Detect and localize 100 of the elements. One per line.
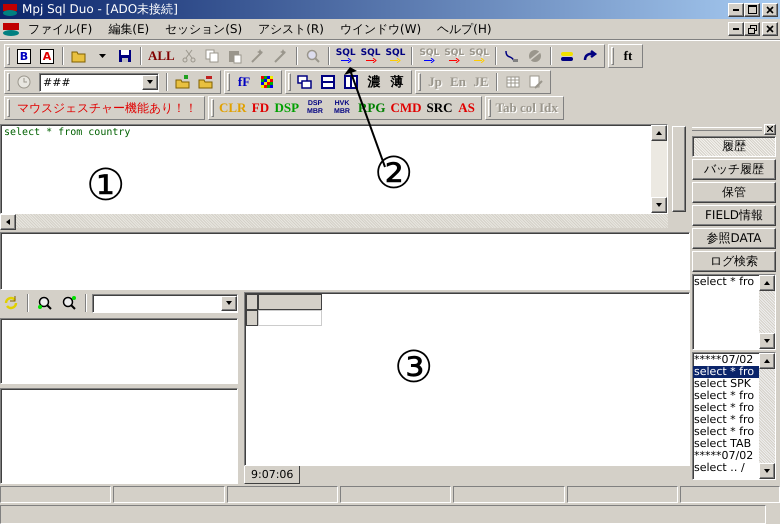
maximize-icon xyxy=(748,5,756,14)
panel-button[interactable]: バッチ履歴 xyxy=(692,159,776,180)
grid-header-cell xyxy=(246,294,258,310)
menu-item[interactable]: ウインドウ(W) xyxy=(332,20,430,38)
menu-item[interactable]: セッション(S) xyxy=(157,20,250,38)
app-icon xyxy=(2,2,18,16)
magnifier-icon xyxy=(37,295,53,311)
panel-button[interactable]: 参照DATA xyxy=(692,228,776,249)
grid-header-cell xyxy=(246,310,258,326)
maximize-button[interactable] xyxy=(744,2,760,16)
vertical-scrollbar[interactable] xyxy=(651,125,667,213)
panel-button[interactable]: 履歴 xyxy=(692,136,776,157)
scroll-down-button[interactable] xyxy=(759,333,775,349)
edit-icon xyxy=(528,74,544,90)
close-button[interactable] xyxy=(762,22,778,36)
object-combo-box[interactable] xyxy=(92,294,238,312)
annotation-number: ② xyxy=(374,152,414,196)
toolbar-button[interactable]: 薄 xyxy=(386,71,408,93)
restore-icon xyxy=(748,24,756,34)
cascade-windows-icon xyxy=(297,74,313,90)
mouse-gesture-notice: マウスジェスチャー機能あり！！ xyxy=(16,100,198,116)
minimize-icon xyxy=(733,28,739,30)
history-item[interactable]: select * fro xyxy=(693,366,759,378)
history-item[interactable]: select TAB xyxy=(693,438,759,450)
history-item[interactable]: select SPK xyxy=(693,378,759,390)
history-item[interactable]: *****07/02 xyxy=(693,354,759,366)
close-button[interactable] xyxy=(762,2,778,16)
table-icon xyxy=(505,74,521,90)
arrow-icon xyxy=(655,201,663,209)
arrow-icon xyxy=(763,467,771,475)
clock-icon xyxy=(16,74,32,90)
annotation-number: ③ xyxy=(394,346,434,390)
grid-cell xyxy=(258,310,322,326)
toolbar-button[interactable]: SQL xyxy=(383,45,408,67)
toolbar-button[interactable]: A xyxy=(36,45,58,67)
toolbar-button[interactable]: SRC xyxy=(424,97,455,119)
toolbar-button[interactable]: ft xyxy=(616,45,639,67)
menu-item[interactable]: 編集(E) xyxy=(100,20,158,38)
query-preview[interactable]: select * fro xyxy=(692,274,776,350)
result-tab[interactable]: 9:07:06 xyxy=(244,466,300,484)
annotation-number: ① xyxy=(86,164,126,208)
search-icon xyxy=(304,48,321,64)
arrow-icon xyxy=(146,78,154,86)
restore-button[interactable] xyxy=(744,22,760,36)
copy-icon xyxy=(204,48,220,64)
close-button[interactable] xyxy=(764,124,776,134)
toolbar-button[interactable]: SQL xyxy=(358,45,382,67)
close-icon xyxy=(766,6,774,14)
folder-icon xyxy=(198,74,214,90)
dropdown-button[interactable] xyxy=(142,74,158,90)
menu-item[interactable]: ヘルプ(H) xyxy=(429,20,500,38)
minimize-button[interactable] xyxy=(728,2,744,16)
scroll-up-button[interactable] xyxy=(651,125,667,141)
globe-icon xyxy=(526,48,543,64)
grid-header-cell xyxy=(258,294,322,310)
color-grid-icon xyxy=(259,74,275,90)
menu-item[interactable]: アシスト(R) xyxy=(250,20,332,38)
toolbar-button[interactable]: B xyxy=(13,45,35,67)
history-combo-box[interactable]: ### xyxy=(39,72,159,92)
history-item[interactable]: select * fro xyxy=(693,390,759,402)
panel-button[interactable]: FIELD情報 xyxy=(692,205,776,226)
history-item[interactable]: *****07/02 xyxy=(693,450,759,462)
scroll-left-button[interactable] xyxy=(0,214,16,230)
cable-icon xyxy=(504,48,520,64)
vertical-scrollbar[interactable] xyxy=(759,353,775,479)
history-item[interactable]: select ‥ / xyxy=(693,462,759,474)
folder-plus-icon xyxy=(175,74,191,90)
close-icon xyxy=(766,25,774,33)
toolbar-button[interactable]: ALL xyxy=(146,45,177,67)
scroll-down-button[interactable] xyxy=(759,463,775,479)
history-item[interactable]: select * fro xyxy=(693,402,759,414)
toolbar-button[interactable]: 濃 xyxy=(363,71,385,93)
history-item[interactable]: select * fro xyxy=(693,426,759,438)
minimize-button[interactable] xyxy=(728,22,744,36)
panel-button[interactable]: ログ検索 xyxy=(692,251,776,272)
sql-text: select * from country xyxy=(3,126,132,140)
toolbar-button[interactable]: SQL xyxy=(334,45,358,67)
menu-item[interactable]: ファイル(F) xyxy=(20,20,100,38)
dropdown-button[interactable] xyxy=(221,296,237,310)
arrow-icon xyxy=(763,279,771,287)
scroll-down-button[interactable] xyxy=(651,197,667,213)
tile-horizontal-icon xyxy=(320,74,336,90)
arrow-icon xyxy=(4,218,12,226)
scroll-up-button[interactable] xyxy=(759,353,775,369)
scissors-icon xyxy=(180,48,197,64)
horizontal-scrollbar[interactable] xyxy=(0,214,668,228)
splitter-handle[interactable] xyxy=(672,126,686,212)
arrow-icon xyxy=(763,337,771,345)
toolbar-button[interactable]: fF xyxy=(233,71,255,93)
history-item[interactable]: select * fro xyxy=(693,414,759,426)
vertical-scrollbar[interactable] xyxy=(759,275,775,349)
close-icon xyxy=(767,126,773,132)
arrow-icon xyxy=(763,357,771,365)
app-icon xyxy=(2,21,20,37)
save-icon xyxy=(117,48,133,64)
window-title: Mpj Sql Duo - [ADO未接続] xyxy=(22,1,179,18)
history-list[interactable]: *****07/02 select * fro select SPK select * fro select * fro select * fro select * fro select TAB *****07/02 select ‥ / xyxy=(692,352,776,480)
panel-button[interactable]: 保管 xyxy=(692,182,776,203)
scroll-up-button[interactable] xyxy=(759,275,775,291)
arrow-icon xyxy=(225,299,233,307)
